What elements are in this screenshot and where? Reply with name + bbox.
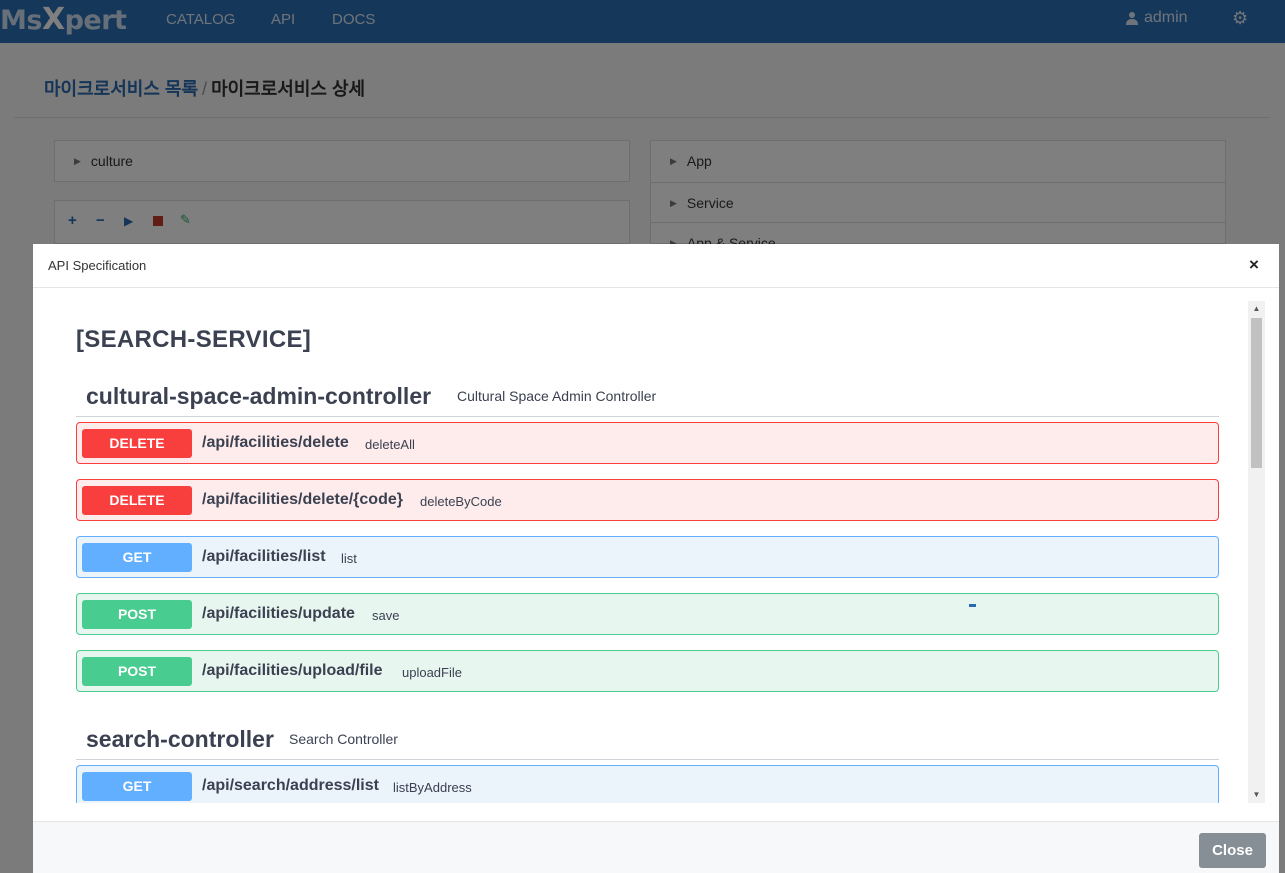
operation-path: /api/facilities/update [202, 605, 355, 622]
section-header[interactable]: search-controller Search Controller [76, 716, 1219, 760]
operation-row[interactable]: DELETE /api/facilities/delete/{code} del… [76, 479, 1219, 521]
operation-summary: deleteAll [365, 437, 415, 452]
scroll-down-icon[interactable]: ▼ [1248, 787, 1265, 803]
operation-path: /api/search/address/list [202, 777, 379, 794]
section-search-controller: search-controller Search Controller GET … [76, 716, 1219, 803]
operation-path: /api/facilities/delete [202, 434, 349, 451]
modal-footer: Close [33, 821, 1279, 873]
close-button[interactable]: Close [1199, 833, 1266, 868]
operation-path: /api/facilities/list [202, 548, 326, 565]
operation-path: /api/facilities/upload/file [202, 662, 383, 679]
method-badge: GET [82, 543, 192, 572]
section-description: Cultural Space Admin Controller [457, 388, 657, 404]
operation-row[interactable]: GET /api/search/address/list listByAddre… [76, 765, 1219, 803]
operation-row[interactable]: DELETE /api/facilities/delete deleteAll [76, 422, 1219, 464]
operation-row[interactable]: POST /api/facilities/upload/file uploadF… [76, 650, 1219, 692]
text-cursor [969, 604, 976, 607]
section-description: Search Controller [289, 731, 398, 747]
method-badge: DELETE [82, 486, 192, 515]
scroll-up-icon[interactable]: ▲ [1248, 301, 1265, 317]
operation-summary: deleteByCode [420, 494, 502, 509]
operation-row[interactable]: POST /api/facilities/update save [76, 593, 1219, 635]
vertical-scrollbar[interactable]: ▲ ▼ [1248, 301, 1265, 803]
api-spec-modal: API Specification × [SEARCH-SERVICE] cul… [33, 244, 1279, 873]
section-name: cultural-space-admin-controller [86, 383, 432, 409]
close-icon[interactable]: × [1249, 255, 1259, 275]
operation-row[interactable]: GET /api/facilities/list list [76, 536, 1219, 578]
swagger-scroll-area[interactable]: [SEARCH-SERVICE] cultural-space-admin-co… [33, 301, 1247, 803]
operation-summary: list [341, 551, 357, 566]
modal-body: [SEARCH-SERVICE] cultural-space-admin-co… [33, 289, 1279, 820]
modal-title: API Specification [48, 258, 147, 273]
method-badge: POST [82, 657, 192, 686]
modal-header: API Specification × [33, 244, 1279, 288]
method-badge: GET [82, 772, 192, 801]
section-cultural-space-admin-controller: cultural-space-admin-controller Cultural… [76, 373, 1219, 692]
operation-summary: save [372, 608, 400, 623]
operation-summary: uploadFile [402, 665, 462, 680]
section-header[interactable]: cultural-space-admin-controller Cultural… [76, 373, 1219, 417]
operation-summary: listByAddress [393, 780, 472, 795]
method-badge: DELETE [82, 429, 192, 458]
service-title: [SEARCH-SERVICE] [76, 326, 312, 353]
method-badge: POST [82, 600, 192, 629]
operation-path: /api/facilities/delete/{code} [202, 491, 403, 508]
section-name: search-controller [86, 726, 274, 752]
scrollbar-thumb[interactable] [1251, 318, 1262, 468]
